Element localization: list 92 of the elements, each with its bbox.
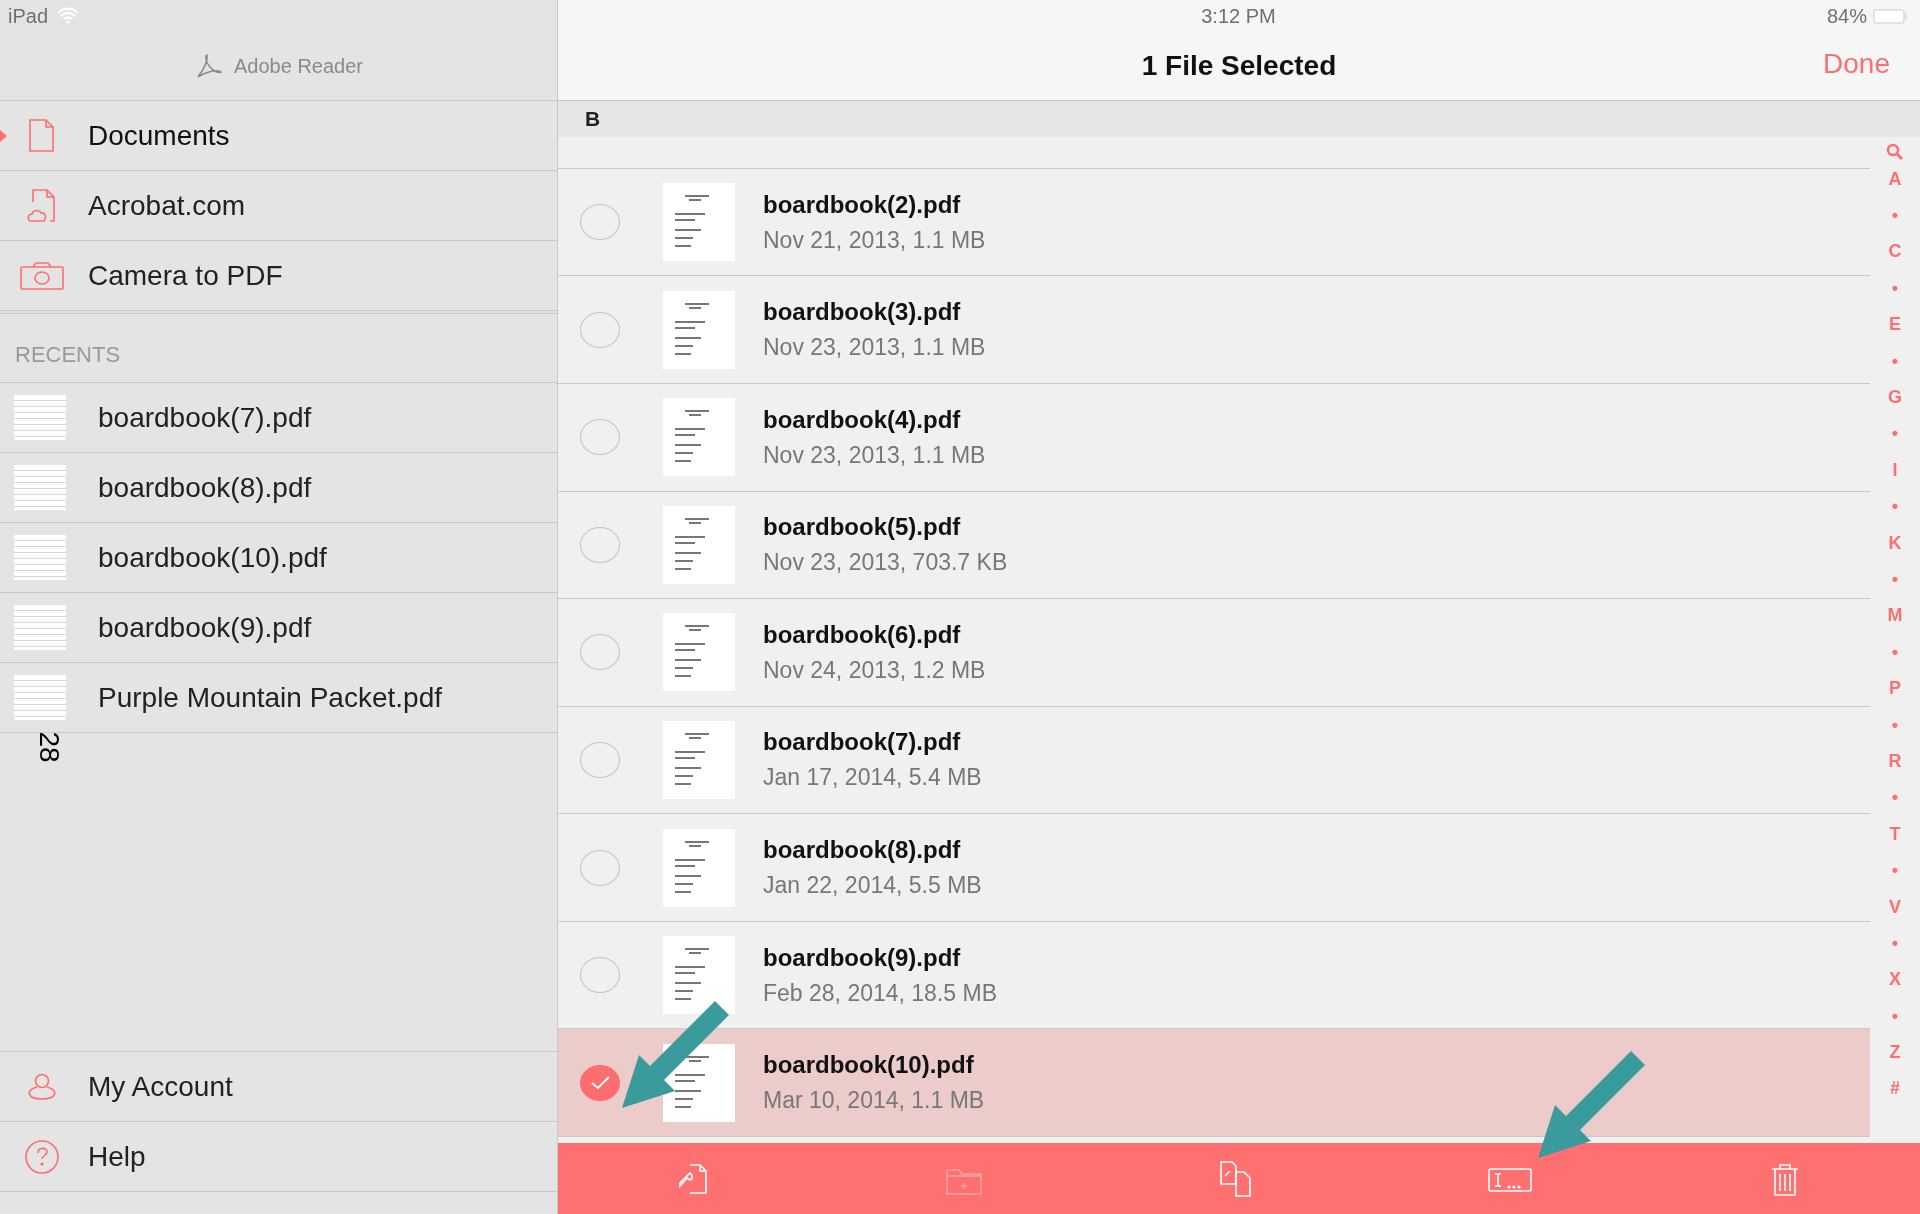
file-row[interactable]: boardbook(4).pdf Nov 23, 2013, 1.1 MB: [558, 384, 1870, 492]
sidebar-item[interactable]: Documents: [0, 101, 557, 170]
recent-file-name: boardbook(7).pdf: [98, 401, 312, 434]
index-letter[interactable]: T: [1889, 816, 1901, 853]
file-name: boardbook(8).pdf: [763, 836, 962, 865]
file-row[interactable]: boardbook(3).pdf Nov 23, 2013, 1.1 MB: [558, 276, 1870, 384]
wifi-icon: [56, 7, 81, 25]
index-letter[interactable]: V: [1889, 888, 1901, 926]
index-letter[interactable]: #: [1890, 1070, 1900, 1108]
index-letter[interactable]: M: [1887, 597, 1903, 635]
file-row[interactable]: boardbook(5).pdf Nov 23, 2013, 703.7 KB: [558, 491, 1870, 600]
cloud-document-icon: [27, 187, 57, 224]
index-letter[interactable]: •: [1891, 270, 1899, 307]
file-name: boardbook(5).pdf: [763, 513, 962, 542]
index-letter[interactable]: Z: [1889, 1034, 1901, 1071]
file-row[interactable]: boardbook(8).pdf Jan 22, 2014, 5.5 MB: [558, 814, 1870, 922]
help-icon: [24, 1138, 60, 1175]
sidebar-item[interactable]: Camera to PDF: [0, 241, 557, 310]
file-name: boardbook(6).pdf: [763, 620, 962, 649]
index-letter[interactable]: E: [1889, 306, 1901, 343]
index-letter[interactable]: •: [1891, 998, 1899, 1035]
selection-circle[interactable]: [580, 1064, 620, 1101]
file-details: Nov 23, 2013, 1.1 MB: [763, 441, 986, 469]
document-thumbnail: [14, 605, 66, 650]
acrobat-logo-icon: [194, 52, 224, 80]
sidebar-item[interactable]: Acrobat.com: [0, 171, 557, 240]
recent-file-name: boardbook(10).pdf: [98, 541, 327, 574]
index-letter[interactable]: C: [1888, 233, 1902, 271]
index-letter[interactable]: •: [1891, 706, 1899, 744]
document-thumbnail: [14, 535, 66, 580]
sidebar-item[interactable]: My Account: [0, 1052, 557, 1121]
recent-file-name: Purple Mountain Packet.pdf: [98, 681, 442, 714]
app-title: Adobe Reader: [234, 54, 363, 78]
sidebar-item[interactable]: Help: [0, 1122, 557, 1191]
battery-icon: [1873, 8, 1908, 24]
file-details: Mar 10, 2014, 1.1 MB: [763, 1087, 985, 1115]
device-label: iPad: [8, 4, 49, 28]
file-name: boardbook(4).pdf: [763, 405, 962, 434]
recent-item[interactable]: Purple Mountain Packet.pdf: [0, 663, 557, 733]
index-letter[interactable]: •: [1891, 342, 1899, 380]
file-row[interactable]: boardbook(7).pdf Jan 17, 2014, 5.4 MB: [558, 706, 1870, 815]
file-details: Feb 28, 2014, 18.5 MB: [763, 979, 997, 1007]
document-thumbnail: [14, 395, 66, 440]
document-thumbnail: [14, 675, 66, 720]
index-letter[interactable]: •: [1891, 779, 1899, 817]
index-letter[interactable]: R: [1888, 743, 1902, 780]
overlay-number: 28: [34, 731, 63, 763]
index-letter[interactable]: K: [1888, 524, 1902, 562]
file-name: boardbook(3).pdf: [763, 298, 962, 327]
index-letter[interactable]: •: [1891, 925, 1899, 962]
battery-percent: 84%: [1826, 4, 1867, 28]
index-letter[interactable]: X: [1889, 961, 1901, 998]
status-time: 3:12 PM: [1201, 4, 1276, 28]
index-letter[interactable]: •: [1891, 634, 1899, 671]
section-heading: RECENTS: [0, 313, 557, 383]
file-name: boardbook(7).pdf: [763, 728, 962, 757]
recent-item[interactable]: boardbook(9).pdf: [0, 593, 557, 663]
index-letter[interactable]: A: [1888, 161, 1902, 198]
recent-file-name: boardbook(8).pdf: [98, 471, 312, 504]
file-name: boardbook(2).pdf: [763, 190, 962, 219]
file-details: Nov 23, 2013, 1.1 MB: [763, 334, 986, 362]
search-icon: [1886, 143, 1904, 161]
section-letter: B: [558, 101, 1920, 137]
recent-item[interactable]: boardbook(8).pdf: [0, 453, 557, 523]
recent-file-name: boardbook(9).pdf: [98, 611, 312, 644]
screen-title: 1 File Selected: [1141, 50, 1337, 82]
document-thumbnail: [14, 465, 66, 510]
index-letter[interactable]: •: [1891, 488, 1899, 525]
index-letter[interactable]: •: [1891, 852, 1899, 889]
index-letter[interactable]: I: [1892, 452, 1898, 489]
file-details: Nov 23, 2013, 703.7 KB: [763, 549, 1008, 577]
index-letter[interactable]: G: [1888, 379, 1902, 416]
camera-icon: [19, 260, 65, 291]
file-name: boardbook(10).pdf: [763, 1051, 975, 1080]
recent-item[interactable]: boardbook(10).pdf: [0, 523, 557, 593]
recent-item[interactable]: boardbook(7).pdf: [0, 383, 557, 453]
file-name: boardbook(9).pdf: [763, 943, 962, 972]
file-details: Nov 21, 2013, 1.1 MB: [763, 226, 986, 254]
index-letter[interactable]: •: [1891, 415, 1899, 453]
index-letter[interactable]: •: [1891, 197, 1899, 234]
selection-marker: [0, 130, 7, 142]
index-letter[interactable]: •: [1891, 561, 1899, 598]
file-details: Jan 17, 2014, 5.4 MB: [763, 764, 982, 792]
done-button[interactable]: Done: [1823, 48, 1890, 80]
file-row[interactable]: boardbook(10).pdf Mar 10, 2014, 1.1 MB: [558, 1029, 1870, 1137]
file-details: Jan 22, 2014, 5.5 MB: [763, 872, 982, 900]
person-icon: [26, 1071, 58, 1102]
index-letter[interactable]: P: [1889, 670, 1901, 707]
file-row[interactable]: boardbook(6).pdf Nov 24, 2013, 1.2 MB: [558, 599, 1870, 707]
file-row[interactable]: boardbook(2).pdf Nov 21, 2013, 1.1 MB: [558, 168, 1870, 277]
file-details: Nov 24, 2013, 1.2 MB: [763, 656, 986, 684]
document-icon: [27, 117, 57, 154]
